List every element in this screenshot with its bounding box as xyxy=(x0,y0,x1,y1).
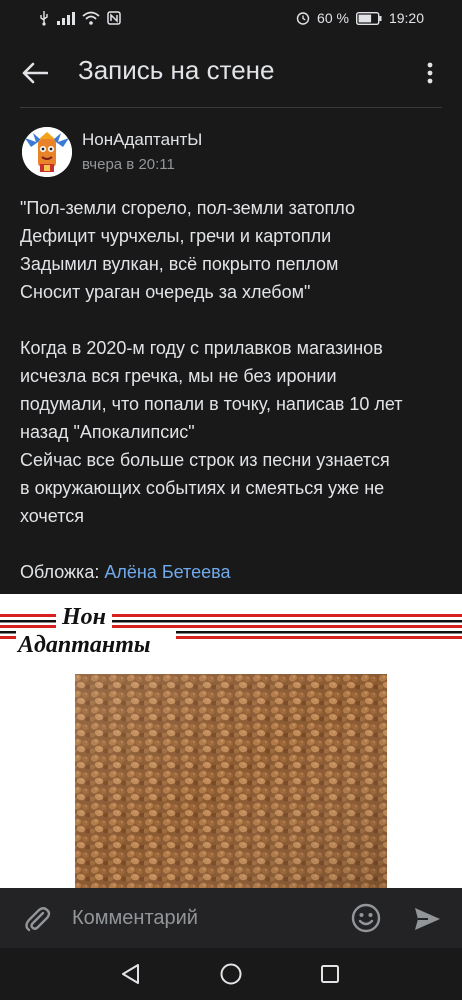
header-divider xyxy=(20,107,442,108)
body-line: назад "Апокалипсис" xyxy=(20,422,195,442)
status-left xyxy=(38,10,121,26)
emoji-icon xyxy=(351,903,381,933)
nav-back-button[interactable] xyxy=(119,962,143,986)
body-line: Сейчас все больше строк из песни узнаетс… xyxy=(20,450,390,470)
post-time: вчера в 20:11 xyxy=(82,156,175,173)
nfc-icon xyxy=(107,11,121,25)
send-button[interactable] xyxy=(412,904,442,934)
post-image[interactable]: Нон Адаптанты xyxy=(0,594,462,888)
more-vertical-icon xyxy=(427,62,433,84)
wifi-icon xyxy=(82,11,100,25)
nav-home-button[interactable] xyxy=(219,962,243,986)
circle-home-icon xyxy=(220,963,242,985)
author-meta: НонАдаптантЫ вчера в 20:11 xyxy=(82,129,202,175)
nav-recent-button[interactable] xyxy=(318,962,342,986)
back-button[interactable] xyxy=(20,58,50,88)
logo-line2: Адаптанты xyxy=(16,632,151,658)
arrow-left-icon xyxy=(22,62,48,84)
quote-line: Дефицит чурчхелы, гречи и картопли xyxy=(20,226,332,246)
more-options-button[interactable] xyxy=(418,58,442,88)
status-bar: 60 % 19:20 xyxy=(0,0,462,36)
status-right: 60 % 19:20 xyxy=(296,10,424,26)
cover-credit: Обложка: Алёна Бетеева xyxy=(20,558,450,586)
paperclip-icon xyxy=(25,907,51,932)
post-author-row[interactable]: НонАдаптантЫ вчера в 20:11 xyxy=(22,126,202,178)
body-line: Когда в 2020-м году с прилавков магазино… xyxy=(20,338,383,358)
post-quote: "Пол-земли сгорело, пол-земли затопло Де… xyxy=(20,194,450,306)
cover-label: Обложка: xyxy=(20,562,100,582)
post-body: Когда в 2020-м году с прилавков магазино… xyxy=(20,334,450,530)
status-time: 19:20 xyxy=(388,10,424,26)
logo-line1: Нон xyxy=(61,604,106,630)
quote-line: Сносит ураган очередь за хлебом" xyxy=(20,282,311,302)
post-image-svg: Нон Адаптанты xyxy=(0,594,462,888)
page-title: Запись на стене xyxy=(78,55,275,85)
avatar-mascot-icon xyxy=(22,127,72,177)
system-nav-bar xyxy=(0,948,462,1000)
battery-percent: 60 % xyxy=(317,10,349,26)
signal-icon xyxy=(57,12,75,25)
post-text: "Пол-земли сгорело, пол-земли затопло Де… xyxy=(20,194,450,586)
quote-line: "Пол-земли сгорело, пол-земли затопло xyxy=(20,198,355,218)
attach-button[interactable] xyxy=(22,904,52,934)
emoji-button[interactable] xyxy=(350,902,382,934)
body-line: подумали, что попали в точку, написав 10… xyxy=(20,394,403,414)
battery-icon xyxy=(355,11,382,25)
comment-bar xyxy=(0,888,462,948)
body-line: хочется xyxy=(20,506,84,526)
send-icon xyxy=(415,908,440,930)
triangle-back-icon xyxy=(122,964,139,984)
square-recents-icon xyxy=(321,965,339,983)
avatar[interactable] xyxy=(22,127,72,177)
body-line: в окружающих событиях и смеяться уже не xyxy=(20,478,385,498)
usb-icon xyxy=(40,11,48,26)
comment-input[interactable] xyxy=(72,902,332,934)
alarm-icon xyxy=(296,12,310,25)
quote-line: Задымил вулкан, всё покрыто пеплом xyxy=(20,254,339,274)
author-name[interactable]: НонАдаптантЫ xyxy=(82,129,202,151)
body-line: исчезла вся гречка, мы не без иронии xyxy=(20,366,337,386)
app-header: Запись на стене xyxy=(0,36,462,108)
cover-author-link[interactable]: Алёна Бетеева xyxy=(104,562,230,582)
